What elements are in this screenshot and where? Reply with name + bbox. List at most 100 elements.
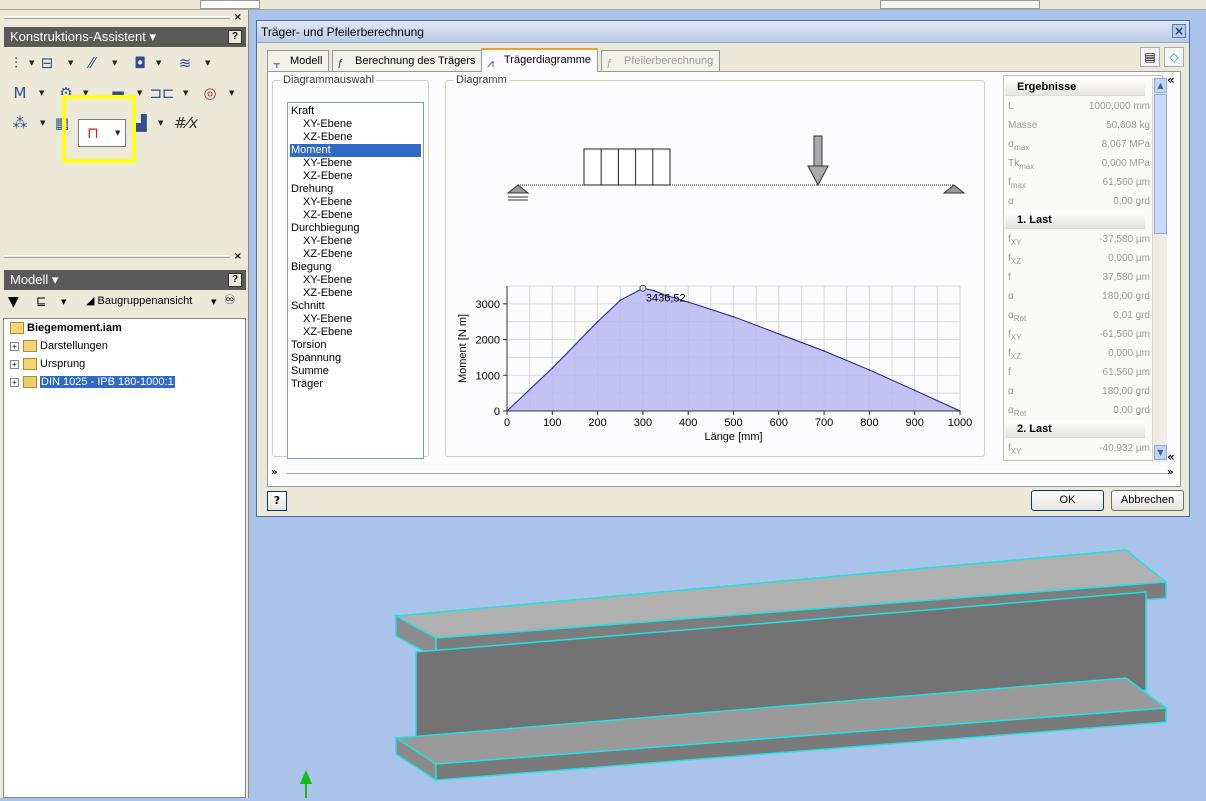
chevron-down-icon[interactable]: ▼ bbox=[115, 123, 123, 143]
binoculars-icon[interactable]: ♾ bbox=[224, 293, 236, 308]
diagram-list-item[interactable]: XY-Ebene bbox=[290, 274, 421, 287]
tree-structure-icon[interactable]: ⊑ bbox=[36, 294, 46, 308]
diagram-list-item[interactable]: Moment bbox=[290, 144, 421, 157]
tree-item-representations[interactable]: + Darstellungen bbox=[10, 337, 108, 355]
diagram-list-item[interactable]: Torsion bbox=[290, 339, 421, 352]
diagram-list-item[interactable]: XZ-Ebene bbox=[290, 170, 421, 183]
chevron-down-icon[interactable]: ▼ bbox=[112, 53, 120, 73]
diagram-list-item[interactable]: Träger bbox=[290, 378, 421, 391]
graphics-viewport[interactable] bbox=[250, 518, 1206, 798]
x-tick-label: 800 bbox=[860, 417, 878, 429]
results-scrollbar[interactable]: ▲ ▼ bbox=[1152, 78, 1167, 462]
help-icon[interactable]: ? bbox=[228, 30, 242, 44]
diagram-list-item[interactable]: XZ-Ebene bbox=[290, 248, 421, 261]
eraser-icon[interactable]: ◇ bbox=[1164, 47, 1184, 67]
tab-beam-diagrams[interactable]: ⩘ Trägerdiagramme bbox=[481, 48, 599, 72]
chevron-down-icon[interactable]: ▼ bbox=[137, 83, 145, 103]
diagram-list-item[interactable]: XZ-Ebene bbox=[290, 209, 421, 222]
model-panel-header[interactable]: Modell ▾ ? bbox=[4, 270, 246, 290]
ok-button[interactable]: OK bbox=[1031, 490, 1104, 511]
tree-item-label: Biegemoment.iam bbox=[27, 322, 122, 334]
expand-more-icon[interactable]: » bbox=[1167, 467, 1173, 478]
help-button[interactable]: ? bbox=[267, 491, 287, 511]
expand-more-icon[interactable]: » bbox=[271, 467, 277, 478]
shaft-icon[interactable]: ⊟ bbox=[37, 53, 57, 73]
bolt-connection-icon[interactable]: ⫶ bbox=[6, 53, 26, 73]
diagram-list-item[interactable]: Spannung bbox=[290, 352, 421, 365]
diagram-list-item[interactable]: Summe bbox=[290, 365, 421, 378]
diagram-list[interactable]: Kraft XY-Ebene XZ-Ebene Moment XY-Ebene XZ-Eb… bbox=[287, 102, 424, 459]
formula-icon[interactable]: #⁄x bbox=[174, 113, 198, 133]
result-row: fXZ 0,000 µm bbox=[1008, 344, 1150, 363]
diagram-list-item[interactable]: XZ-Ebene bbox=[290, 326, 421, 339]
chevron-down-icon[interactable]: ▼ bbox=[229, 83, 237, 103]
result-label: L bbox=[1008, 101, 1014, 112]
diagram-list-item[interactable]: Schnitt bbox=[290, 300, 421, 313]
chevron-down-icon[interactable]: ▼ bbox=[61, 294, 66, 310]
panel-grip[interactable] bbox=[4, 255, 230, 258]
diagram-list-item[interactable]: XY-Ebene bbox=[290, 118, 421, 131]
y-tick-label: 3000 bbox=[476, 299, 500, 311]
chevron-down-icon[interactable]: ▼ bbox=[29, 53, 37, 73]
expand-icon[interactable]: + bbox=[10, 341, 19, 351]
chevron-down-icon[interactable]: ▼ bbox=[205, 53, 213, 73]
assistant-panel-header[interactable]: Konstruktions-Assistent ▾ ? bbox=[4, 27, 246, 47]
chevron-down-icon[interactable]: ▼ bbox=[158, 113, 166, 133]
chevron-down-icon[interactable]: ▼ bbox=[68, 53, 76, 73]
diagram-list-item[interactable]: XY-Ebene bbox=[290, 235, 421, 248]
diagram-list-item[interactable]: Durchbiegung bbox=[290, 222, 421, 235]
chevron-down-icon[interactable]: ▼ bbox=[40, 113, 48, 133]
top-combo[interactable] bbox=[200, 0, 260, 9]
diagram-list-item[interactable]: XZ-Ebene bbox=[290, 287, 421, 300]
chevron-down-icon: ▾ bbox=[149, 29, 156, 44]
dialog-title: Träger- und Pfeilerberechnung bbox=[257, 21, 1189, 43]
spring-icon[interactable]: ≋ bbox=[175, 53, 195, 73]
close-icon[interactable]: × bbox=[1172, 24, 1186, 38]
chevron-down-icon[interactable]: ▼ bbox=[39, 83, 47, 103]
chain-icon[interactable]: ⊐⊏ bbox=[149, 83, 174, 103]
diagram-list-item[interactable]: Biegung bbox=[290, 261, 421, 274]
tree-item-beam[interactable]: + DIN 1025 - IPB 180-1000:1 bbox=[10, 373, 175, 391]
diagram-list-item[interactable]: Kraft bbox=[290, 105, 421, 118]
chevron-down-icon[interactable]: ▼ bbox=[156, 53, 164, 73]
scroll-down-icon[interactable]: ▼ bbox=[1154, 445, 1167, 460]
collapse-icon[interactable]: « bbox=[1167, 73, 1175, 87]
key-icon[interactable]: M bbox=[10, 83, 30, 103]
panel-close-icon[interactable]: × bbox=[234, 12, 242, 23]
chevron-down-icon[interactable]: ▼ bbox=[183, 83, 191, 103]
scroll-up-icon[interactable]: ▲ bbox=[1154, 78, 1167, 93]
clevis-icon[interactable]: ◎ bbox=[200, 83, 220, 103]
cancel-button[interactable]: Abbrechen bbox=[1111, 490, 1184, 511]
tree-item-origin[interactable]: + Ursprung bbox=[10, 355, 85, 373]
x-tick-label: 1000 bbox=[948, 417, 972, 429]
diagram-list-item[interactable]: Drehung bbox=[290, 183, 421, 196]
tree-item-root[interactable]: Biegemoment.iam bbox=[10, 319, 122, 337]
diagram-list-item[interactable]: XZ-Ebene bbox=[290, 131, 421, 144]
assembly-view-icon: ◢ bbox=[86, 295, 98, 307]
view-select[interactable]: ◢ Baugruppenansicht bbox=[86, 294, 192, 307]
tab-beam-calculation[interactable]: f Berechnung des Trägers bbox=[332, 50, 483, 71]
expand-icon[interactable]: + bbox=[10, 377, 19, 387]
bearing-icon[interactable]: ◘ bbox=[130, 53, 150, 73]
result-value: 0,000 MPa bbox=[1101, 158, 1150, 169]
diagram-list-item[interactable]: XY-Ebene bbox=[290, 157, 421, 170]
top-input[interactable] bbox=[880, 0, 1040, 9]
help-icon[interactable]: ? bbox=[228, 273, 242, 287]
expand-icon[interactable]: « bbox=[1167, 450, 1175, 464]
beam-3d-model[interactable] bbox=[250, 518, 1206, 798]
panel-grip[interactable] bbox=[4, 16, 230, 19]
chevron-down-icon[interactable]: ▼ bbox=[211, 294, 216, 310]
scroll-thumb[interactable] bbox=[1154, 94, 1167, 234]
diagram-list-item[interactable]: XY-Ebene bbox=[290, 196, 421, 209]
settings-icon[interactable]: ▤ bbox=[1140, 47, 1160, 67]
beam-calculator-button[interactable]: ⊓ ▼ bbox=[78, 119, 126, 147]
filter-icon[interactable]: ▼ bbox=[8, 294, 19, 310]
diagram-list-item[interactable]: XY-Ebene bbox=[290, 313, 421, 326]
result-label: α bbox=[1008, 291, 1014, 302]
weld-icon[interactable]: ⁂ bbox=[10, 113, 30, 133]
expand-icon[interactable]: + bbox=[10, 359, 19, 369]
gear-icon[interactable]: ⁄⁄ bbox=[82, 53, 102, 73]
panel-close-icon[interactable]: × bbox=[234, 251, 242, 262]
tab-model[interactable]: ⫟ Modell bbox=[267, 50, 330, 71]
result-row: α 180,00 grd bbox=[1008, 382, 1150, 401]
